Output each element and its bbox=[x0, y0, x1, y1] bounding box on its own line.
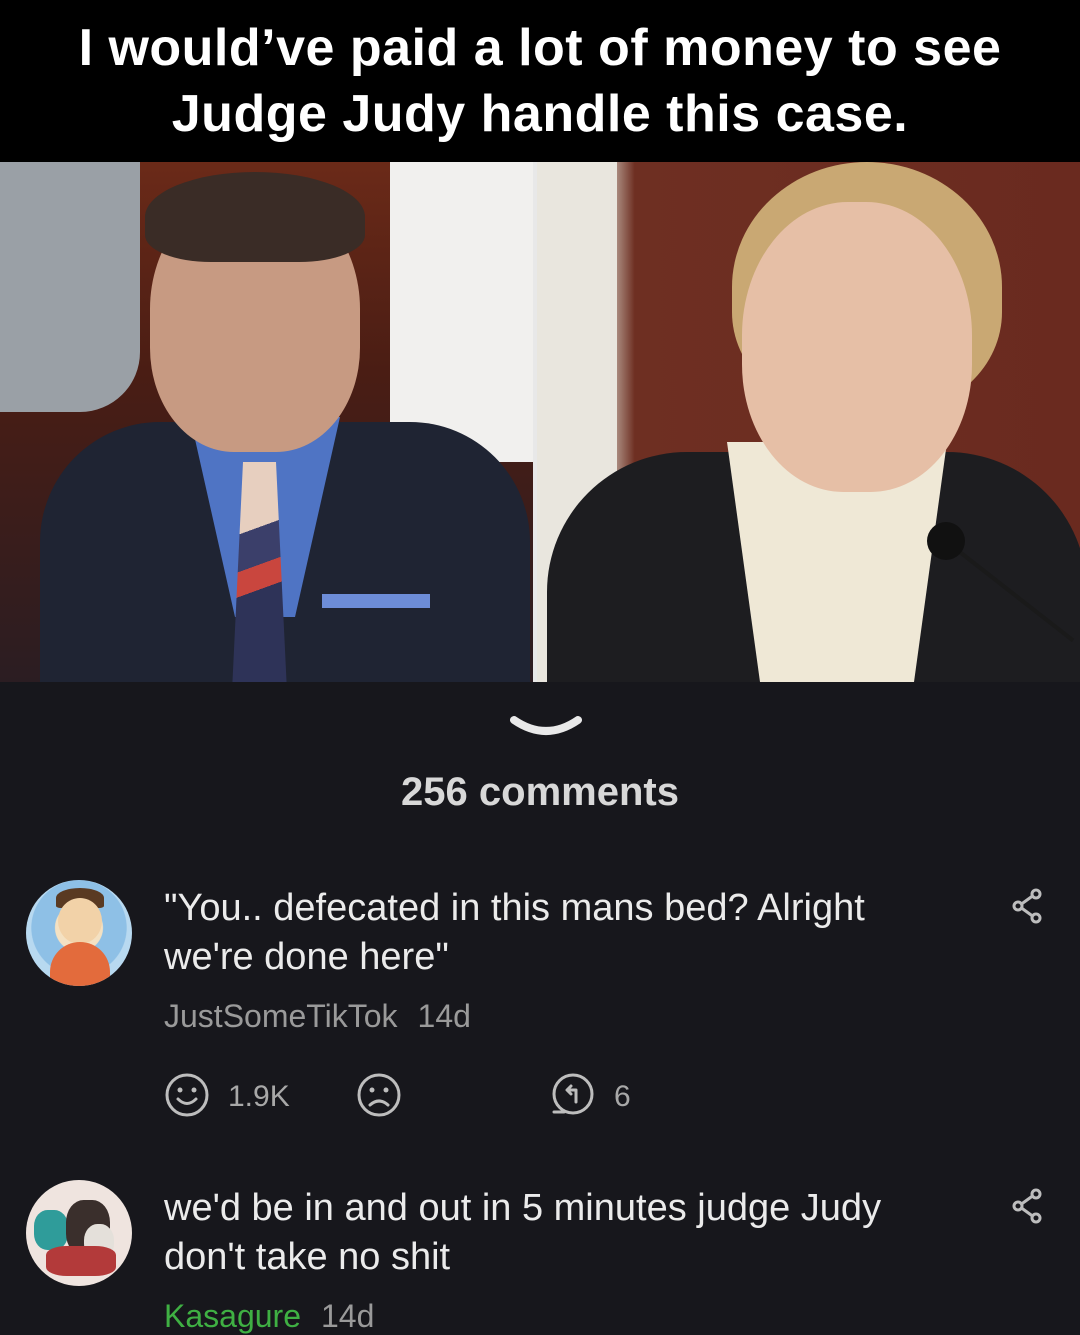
head bbox=[742, 202, 972, 492]
frown-icon[interactable] bbox=[356, 1072, 402, 1118]
comment: we'd be in and out in 5 minutes judge Ju… bbox=[0, 1180, 1080, 1334]
background-arm bbox=[0, 162, 140, 412]
smile-icon[interactable] bbox=[164, 1072, 210, 1118]
hair bbox=[145, 172, 365, 262]
comment-text: we'd be in and out in 5 minutes judge Ju… bbox=[164, 1187, 882, 1278]
comment-actions: 1.9K 6 bbox=[164, 1072, 764, 1122]
comment-age: 14d bbox=[417, 998, 471, 1034]
comment-author[interactable]: Kasagure bbox=[164, 1298, 301, 1334]
meme-caption-bar: I would’ve paid a lot of money to see Ju… bbox=[0, 0, 1080, 162]
avatar[interactable] bbox=[26, 1180, 132, 1286]
meme-photo[interactable] bbox=[0, 162, 1080, 682]
share-icon[interactable] bbox=[1010, 888, 1044, 924]
reply-count: 6 bbox=[614, 1080, 631, 1113]
microphone bbox=[927, 522, 965, 560]
comment-meta: Kasagure 14d bbox=[164, 1298, 374, 1335]
avatar-shirt bbox=[50, 942, 110, 986]
meme-caption: I would’ve paid a lot of money to see Ju… bbox=[78, 19, 1002, 143]
photo-right bbox=[537, 162, 1080, 682]
photo-left bbox=[0, 162, 533, 682]
background-panel bbox=[390, 162, 533, 462]
chevron-down-icon[interactable] bbox=[510, 712, 582, 746]
share-icon[interactable] bbox=[1010, 1188, 1044, 1224]
comment-age: 14d bbox=[320, 1298, 375, 1334]
comment-meta: JustSomeTikTok 14d bbox=[164, 998, 471, 1035]
avatar[interactable] bbox=[26, 880, 132, 986]
avatar-figure bbox=[34, 1210, 68, 1250]
avatar-figure bbox=[46, 1246, 116, 1276]
comment: "You.. defecated in this mans bed? Alrig… bbox=[0, 880, 1080, 1130]
comments-count: 256 comments bbox=[401, 770, 679, 814]
comment-author[interactable]: JustSomeTikTok bbox=[164, 998, 398, 1034]
avatar-face bbox=[58, 898, 102, 944]
comment-text: "You.. defecated in this mans bed? Alrig… bbox=[164, 887, 865, 978]
upvote-count: 1.9K bbox=[228, 1080, 290, 1113]
pocket-square bbox=[322, 594, 430, 608]
reply-icon[interactable] bbox=[550, 1072, 596, 1118]
